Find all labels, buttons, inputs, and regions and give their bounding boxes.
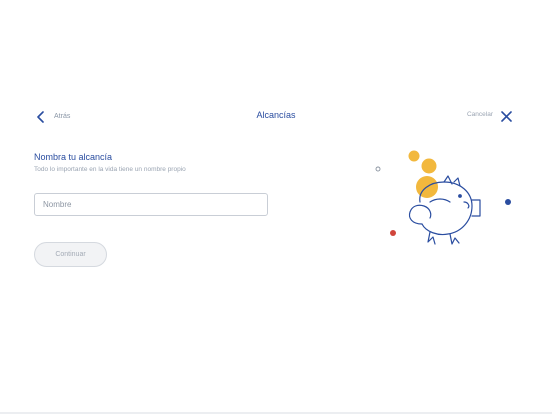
cancel-label: Cancelar — [466, 111, 493, 118]
coin-small — [408, 150, 420, 162]
header: Atrás Alcancías Cancelar — [0, 108, 552, 126]
piggy-bank-illustration — [360, 140, 530, 260]
decor-dot-blue — [505, 199, 511, 205]
continue-button[interactable]: Continuar — [34, 242, 107, 267]
cancel-button[interactable]: Cancelar — [466, 109, 512, 122]
form-title: Nombra tu alcancía — [34, 152, 113, 162]
decor-circle-outline — [375, 166, 381, 172]
coin-medium — [421, 158, 437, 174]
close-icon[interactable] — [501, 109, 512, 122]
form-subtitle: Todo lo importante en la vida tiene un n… — [34, 166, 186, 173]
name-input[interactable] — [34, 193, 268, 216]
decor-dot-red — [390, 230, 396, 236]
